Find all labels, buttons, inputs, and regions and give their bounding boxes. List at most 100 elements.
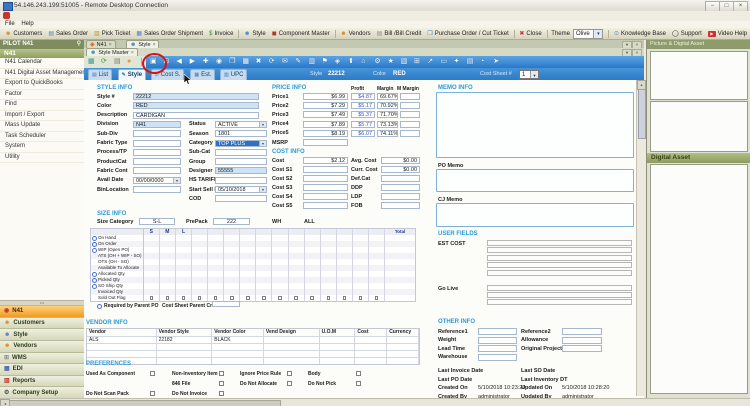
field-cost-s2[interactable] [303, 175, 348, 182]
field-group[interactable] [215, 158, 267, 165]
sold-out-checkbox[interactable] [294, 296, 298, 300]
field-price4-margin[interactable]: 73.13% [377, 121, 398, 128]
user-field[interactable] [487, 292, 632, 298]
sidebar-item-n41-digital-asset-management[interactable]: N41 Digital Asset Management [0, 69, 84, 80]
new-icon[interactable]: ✚ [203, 58, 209, 66]
sidebar-nav-n41[interactable]: ◉N41 [0, 305, 84, 317]
field-warehouse[interactable] [478, 354, 517, 361]
field-status[interactable]: ACTIVE▾ [215, 121, 267, 128]
pref-checkbox-do-not-scan-pack[interactable] [150, 391, 155, 396]
field-category[interactable]: TOP PLUS▾ [215, 140, 267, 147]
toolbar-button-pick-ticket[interactable]: ▥Pick Ticket [91, 29, 133, 39]
note-icon[interactable]: ▤ [467, 58, 474, 66]
field-start-sell-dt[interactable]: 05/10/2018▾ [215, 186, 267, 193]
user-field[interactable] [487, 299, 632, 305]
sidebar-item-import-export[interactable]: Import / Export [0, 111, 84, 122]
sidebar-item-task-scheduler[interactable]: Task Scheduler [0, 132, 84, 143]
sidebar-nav-reports[interactable]: ▥Reports [0, 375, 84, 387]
field-designer[interactable]: 55555 [215, 167, 267, 174]
pref-checkbox-do-not-allocate[interactable] [287, 381, 292, 386]
size-grid-cell[interactable] [192, 295, 208, 301]
send-icon[interactable]: ➤ [493, 58, 499, 66]
sold-out-checkbox[interactable] [166, 296, 170, 300]
field-productcat[interactable] [133, 158, 181, 165]
doc-icon[interactable]: ▭ [440, 58, 447, 66]
flag-icon[interactable]: ⚑ [322, 58, 328, 66]
toolbar-button-component-master[interactable]: ◼Component Master [269, 29, 333, 39]
field-price3-mmargin[interactable] [400, 111, 420, 118]
user-field[interactable] [487, 270, 632, 276]
field-msrp[interactable] [303, 139, 348, 146]
toolbar-button-customers[interactable]: ☻Customers [2, 29, 45, 39]
pref-checkbox-846-file[interactable] [219, 381, 224, 386]
grid-icon[interactable]: ▦ [88, 58, 95, 66]
record-icon[interactable]: ● [127, 58, 131, 66]
lock-icon[interactable]: ◈ [335, 58, 340, 66]
size-grid-cell[interactable] [176, 295, 192, 301]
toolbar-button-vendors[interactable]: ☻Vendors [337, 29, 373, 39]
field-price5-profit[interactable]: $6.07 [351, 130, 375, 137]
toolbar-button-bill-bill-credit[interactable]: ▤Bill /Bill Credit [374, 29, 425, 39]
cost-sheet-parent-cnt-field[interactable] [212, 301, 240, 307]
field-hs-tariff[interactable] [215, 177, 267, 184]
field-style-[interactable]: 22212 [133, 93, 259, 100]
sidebar-item-export-to-quickbooks[interactable]: Export to QuickBooks [0, 79, 84, 90]
pref-checkbox-non-inventory-item[interactable] [219, 371, 224, 376]
chart-icon[interactable]: ▥ [308, 58, 315, 66]
knowledge-base-button[interactable]: ⊙Knowledge Base [611, 29, 669, 39]
field-weight[interactable] [478, 337, 517, 344]
toolbar-button-style[interactable]: ☻Style [241, 29, 269, 39]
pref-checkbox-do-not-invoice[interactable] [219, 391, 224, 396]
horizontal-scrollbar[interactable]: ◂ [0, 398, 750, 406]
subtab-list[interactable]: ▤List [88, 69, 112, 80]
vendor-row[interactable] [87, 357, 419, 364]
edit-icon[interactable]: ✎ [295, 58, 301, 66]
sold-out-checkbox[interactable] [343, 296, 347, 300]
prepack-field[interactable]: 222 [213, 218, 250, 225]
field-curr-cost[interactable]: $0.00 [381, 166, 420, 173]
size-grid-cell[interactable] [272, 295, 288, 301]
field-fob[interactable] [381, 202, 420, 209]
toolbar-button-sales-order-shipment[interactable]: ▦Sales Order Shipment [133, 29, 206, 39]
prev-icon[interactable]: ◀ [176, 58, 181, 66]
user-field[interactable] [487, 262, 632, 268]
field-price2-margin[interactable]: 70.92% [377, 102, 398, 109]
sidebar-section-header[interactable]: N41 [0, 49, 84, 58]
field-description[interactable]: CARDIGAN [133, 112, 259, 119]
field-cost-s5[interactable] [303, 202, 348, 209]
field-price5-margin[interactable]: 74.11% [377, 130, 398, 137]
user-field[interactable] [487, 285, 632, 291]
subtab-upc[interactable]: ▥UPC [220, 69, 247, 80]
sold-out-checkbox[interactable] [327, 296, 331, 300]
settings-icon[interactable]: ⚙ [374, 58, 380, 66]
sold-out-checkbox[interactable] [246, 296, 250, 300]
field-price1-mmargin[interactable] [400, 93, 420, 100]
subtab-style[interactable]: ✎Style [118, 69, 147, 80]
field-cost-s3[interactable] [303, 184, 348, 191]
field-ddp[interactable] [381, 184, 420, 191]
pref-checkbox-ignore-price-rule[interactable] [287, 371, 292, 376]
video-help-button[interactable]: ▶Video Help [705, 29, 750, 39]
size-grid-cell[interactable] [369, 295, 385, 301]
star-icon[interactable]: ★ [388, 58, 394, 66]
sold-out-checkbox[interactable] [198, 296, 202, 300]
field-color[interactable]: RED [133, 102, 259, 109]
size-grid-cell[interactable] [240, 295, 256, 301]
digital-asset-header[interactable]: Digital Asset [647, 153, 750, 163]
size-grid-cell[interactable] [321, 295, 337, 301]
toolbar-button-purchase-order-cut-ticket[interactable]: ❐Purchase Order / Cut Ticket [424, 29, 511, 39]
field-price3-profit[interactable]: $5.37 [351, 111, 375, 118]
field-avg-cost[interactable]: $0.00 [381, 157, 420, 164]
theme-select[interactable]: Olive▾ [573, 29, 603, 39]
field-avail-date[interactable]: 00/00/0000▾ [133, 177, 181, 184]
pref-checkbox-body[interactable] [356, 371, 361, 376]
sold-out-checkbox[interactable] [310, 296, 314, 300]
user-field[interactable] [487, 255, 632, 261]
field-allowance[interactable] [562, 337, 602, 344]
pref-checkbox-do-not-pick[interactable] [356, 381, 361, 386]
folder-icon[interactable]: ▧ [401, 58, 408, 66]
sold-out-checkbox[interactable] [262, 296, 266, 300]
toolbar-button-invoice[interactable]: $Invoice [206, 29, 236, 39]
images-icon[interactable]: ▦ [242, 58, 249, 66]
sold-out-checkbox[interactable] [359, 296, 363, 300]
